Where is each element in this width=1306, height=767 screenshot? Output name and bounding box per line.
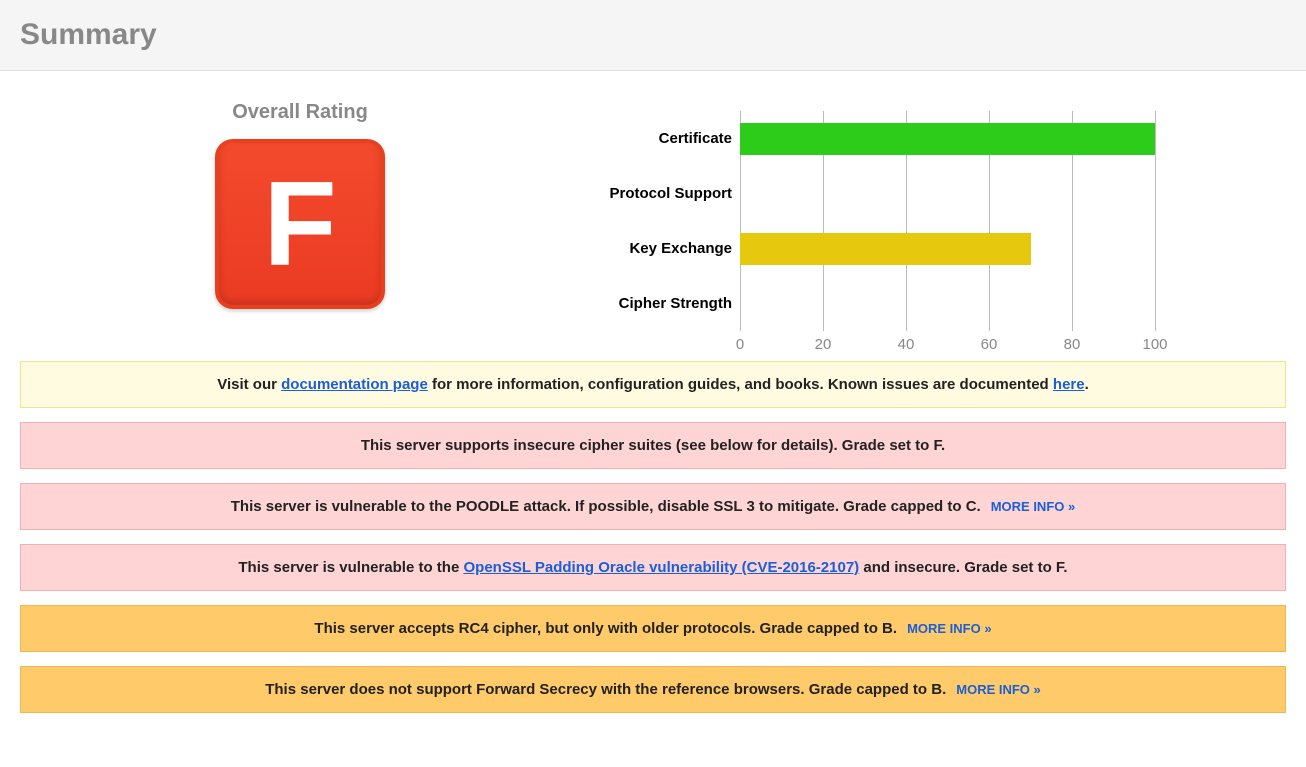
chart-tick-label: 40 xyxy=(898,336,915,353)
grade-badge: F xyxy=(215,139,385,309)
more-info-link[interactable]: MORE INFO » xyxy=(991,499,1076,514)
chart-bar-slot xyxy=(740,111,1155,166)
notice-orange: This server does not support Forward Sec… xyxy=(20,666,1286,713)
rating-label: Overall Rating xyxy=(20,101,580,124)
more-info-link[interactable]: MORE INFO » xyxy=(907,621,992,636)
notice-text: This server is vulnerable to the xyxy=(238,559,463,576)
chart-category-label: Protocol Support xyxy=(580,166,732,221)
notice-text: for more information, configuration guid… xyxy=(428,376,1053,393)
notice-text: This server is vulnerable to the POODLE … xyxy=(231,498,981,515)
chart-bars xyxy=(740,111,1155,331)
chart-tick-label: 100 xyxy=(1142,336,1167,353)
chart-labels: CertificateProtocol SupportKey ExchangeC… xyxy=(580,111,740,331)
notice-link[interactable]: here xyxy=(1053,376,1085,393)
chart-tick-label: 80 xyxy=(1064,336,1081,353)
page-title: Summary xyxy=(20,18,1286,52)
chart-tick-label: 0 xyxy=(736,336,744,353)
rating-column: Overall Rating F xyxy=(20,101,580,309)
notice-text: This server accepts RC4 cipher, but only… xyxy=(314,620,897,637)
chart-category-label: Certificate xyxy=(580,111,732,166)
summary-row: Overall Rating F CertificateProtocol Sup… xyxy=(0,71,1306,351)
grade-letter: F xyxy=(263,164,336,284)
chart-bar-slot xyxy=(740,221,1155,276)
chart-bar xyxy=(740,123,1155,155)
chart-plot: 020406080100 xyxy=(740,111,1155,331)
notice-red: This server supports insecure cipher sui… xyxy=(20,422,1286,469)
chart-bar xyxy=(740,233,1031,265)
notice-link[interactable]: OpenSSL Padding Oracle vulnerability (CV… xyxy=(463,559,859,576)
summary-header: Summary xyxy=(0,0,1306,71)
chart-gridline xyxy=(1155,111,1156,331)
notice-list: Visit our documentation page for more in… xyxy=(0,351,1306,757)
chart-bar-slot xyxy=(740,166,1155,221)
chart-category-label: Key Exchange xyxy=(580,221,732,276)
notice-link[interactable]: documentation page xyxy=(281,376,428,393)
chart-category-label: Cipher Strength xyxy=(580,276,732,331)
chart-bar-slot xyxy=(740,276,1155,331)
notice-text: and insecure. Grade set to F. xyxy=(859,559,1067,576)
more-info-link[interactable]: MORE INFO » xyxy=(956,682,1041,697)
notice-text: This server does not support Forward Sec… xyxy=(265,681,946,698)
chart-tick-label: 20 xyxy=(815,336,832,353)
notice-text: Visit our xyxy=(217,376,281,393)
chart-tick-label: 60 xyxy=(981,336,998,353)
notice-text: This server supports insecure cipher sui… xyxy=(361,437,945,454)
notice-text: . xyxy=(1085,376,1089,393)
notice-yellow: Visit our documentation page for more in… xyxy=(20,361,1286,408)
notice-red: This server is vulnerable to the OpenSSL… xyxy=(20,544,1286,591)
notice-orange: This server accepts RC4 cipher, but only… xyxy=(20,605,1286,652)
chart-column: CertificateProtocol SupportKey ExchangeC… xyxy=(580,101,1286,331)
notice-red: This server is vulnerable to the POODLE … xyxy=(20,483,1286,530)
